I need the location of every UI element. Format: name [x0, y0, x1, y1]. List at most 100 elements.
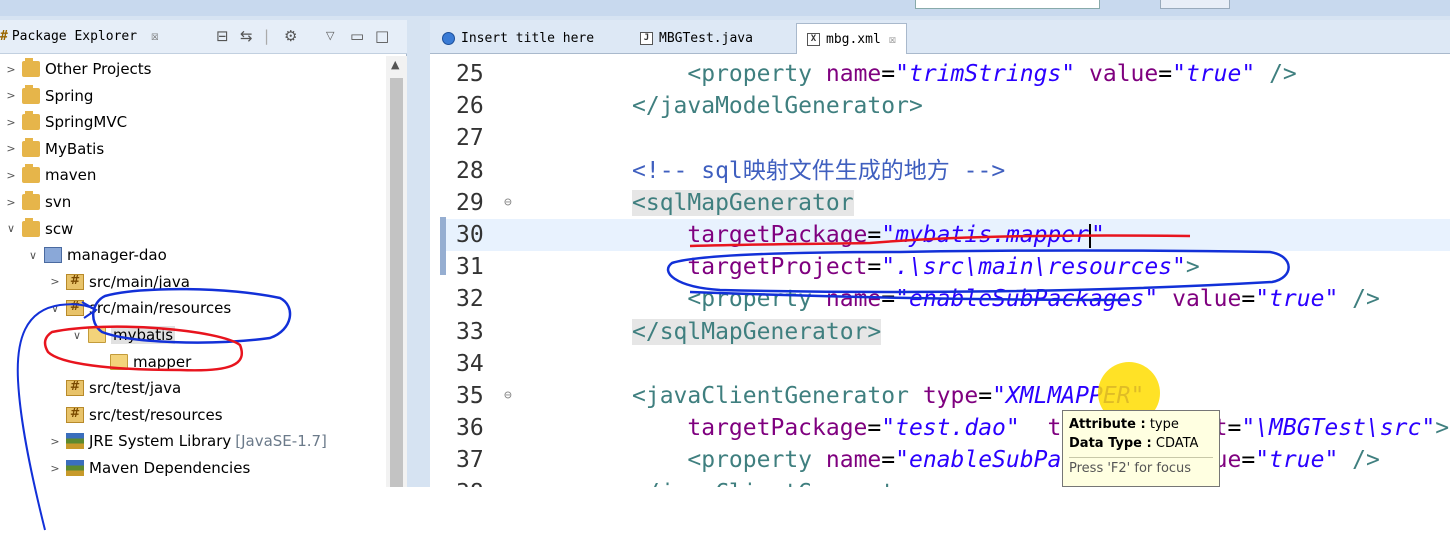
project-tree: > Other Projects > Spring > SpringMVC > MyBatis… [0, 56, 385, 487]
tree-item-label: Maven Dependencies [89, 459, 251, 477]
line-number: 28 [456, 157, 484, 184]
editor-tabs: Insert title here J MBGTest.java Xmbg.xml ☒ [430, 20, 1450, 54]
code-line[interactable]: 35 ⊖ <javaClientGenerator type="XMLMAPPER" [446, 380, 1450, 412]
code-editor[interactable]: 25 <property name="trimStrings" value="t… [446, 55, 1450, 487]
minimize-icon[interactable]: ▭ [350, 27, 364, 45]
expanded-chevron-icon[interactable]: ∨ [70, 329, 84, 342]
tab-mbgtest-java[interactable]: J MBGTest.java [630, 23, 763, 54]
scrollbar-thumb[interactable] [390, 78, 403, 487]
scroll-up-icon[interactable]: ▲ [391, 58, 399, 71]
globe-icon [442, 32, 455, 45]
tree-item-maven-dependencies[interactable]: > Maven Dependencies [48, 455, 250, 481]
quick-access-input[interactable] [915, 0, 1100, 9]
tooltip-attribute-value: type [1149, 417, 1179, 432]
link-editor-icon[interactable]: ⇆ [240, 27, 253, 45]
collapsed-chevron-icon[interactable]: > [4, 196, 18, 209]
project-icon [22, 137, 40, 157]
code-line[interactable]: 34 [446, 348, 1450, 380]
code-text: <javaClientGenerator type="XMLMAPPER" [632, 383, 1145, 409]
tab-mbg-xml[interactable]: Xmbg.xml ☒ [796, 23, 908, 54]
tree-item-src-main-resources[interactable]: ∨ src/main/resources [48, 295, 231, 321]
close-view-icon[interactable]: ☒ [151, 29, 159, 44]
tooltip-datatype-row: Data Type : CDATA [1069, 434, 1213, 453]
tree-item-src-test-resources[interactable]: src/test/resources [48, 402, 223, 428]
collapsed-chevron-icon[interactable]: > [4, 142, 18, 155]
tab-label: MBGTest.java [659, 31, 753, 46]
view-title: Package Explorer [11, 29, 138, 44]
code-line[interactable]: 31 targetProject=".\src\main\resources"> [446, 251, 1450, 283]
package-explorer-header: # Package Explorer ☒ ⊟ ⇆ | ⚙ ▽ ▭ □ [0, 20, 407, 54]
view-tab-package-explorer[interactable]: # Package Explorer ☒ [0, 29, 159, 44]
collapsed-chevron-icon[interactable]: > [4, 89, 18, 102]
code-line[interactable]: 36 targetPackage="test.dao" targetProjec… [446, 412, 1450, 444]
code-line[interactable]: 27 [446, 122, 1450, 154]
tree-item-scw[interactable]: ∨ scw [4, 216, 73, 242]
tree-item-other-projects[interactable]: > Other Projects [4, 56, 152, 82]
code-line[interactable]: 30 targetPackage="mybatis.mapper" [446, 219, 1450, 251]
code-text: </javaModelGenerator> [632, 93, 923, 120]
perspective-switcher[interactable] [1160, 0, 1230, 9]
toolbar-separator: | [264, 27, 270, 45]
fold-toggle-icon[interactable]: ⊖ [504, 380, 512, 412]
code-text: <property name="enableSubPackages" value… [687, 447, 1380, 474]
collapsed-chevron-icon[interactable]: > [4, 169, 18, 182]
code-text: </sqlMapGenerator> [632, 318, 882, 345]
package-explorer-view: # Package Explorer ☒ ⊟ ⇆ | ⚙ ▽ ▭ □ > Other… [0, 20, 407, 487]
tree-item-jre-system-library[interactable]: > JRE System Library [JavaSE-1.7] [48, 428, 327, 454]
code-line[interactable]: 32 <property name="enableSubPackages" va… [446, 283, 1450, 315]
tree-item-label: mybatis [111, 326, 176, 344]
tooltip-attribute-row: Attribute : type [1069, 415, 1213, 434]
tree-item-mybatis[interactable]: > MyBatis [4, 136, 104, 162]
tree-item-maven[interactable]: > maven [4, 162, 96, 188]
folder-icon [110, 353, 128, 370]
code-text: <property name="trimStrings" value="true… [687, 61, 1297, 87]
line-number: 31 [456, 254, 484, 281]
collapse-all-icon[interactable]: ⊟ [216, 27, 229, 45]
project-icon [22, 191, 40, 210]
code-line[interactable]: 38 </javaClientGenerator> [446, 477, 1450, 487]
collapsed-chevron-icon[interactable]: > [48, 435, 62, 448]
tooltip-datatype-value: CDATA [1155, 436, 1199, 451]
code-line[interactable]: 25 <property name="trimStrings" value="t… [446, 58, 1450, 90]
code-line[interactable]: 29 ⊖ <sqlMapGenerator [446, 187, 1450, 219]
tree-item-mybatis[interactable]: ∨ mybatis [70, 322, 176, 348]
code-line[interactable]: 28 <!-- sql映射文件生成的地方 --> [446, 155, 1450, 187]
line-number: 32 [456, 286, 484, 313]
expanded-chevron-icon[interactable]: ∨ [4, 222, 18, 235]
collapsed-chevron-icon[interactable]: > [48, 462, 62, 475]
tree-item-spring[interactable]: > Spring [4, 83, 93, 109]
fold-toggle-icon[interactable]: ⊖ [504, 187, 512, 219]
tab-insert-title-here[interactable]: Insert title here [432, 23, 604, 54]
line-number: 33 [456, 318, 484, 345]
expanded-chevron-icon[interactable]: ∨ [48, 302, 62, 315]
tree-item-src-test-java[interactable]: src/test/java [48, 375, 181, 401]
tree-item-svn[interactable]: > svn [4, 189, 71, 215]
source-folder-icon [66, 406, 84, 423]
eclipse-workbench: # Package Explorer ☒ ⊟ ⇆ | ⚙ ▽ ▭ □ > Other… [0, 0, 1450, 487]
collapsed-chevron-icon[interactable]: > [4, 116, 18, 129]
collapsed-chevron-icon[interactable]: > [48, 275, 62, 288]
line-number: 30 [456, 222, 484, 248]
tree-item-mapper[interactable]: mapper [92, 349, 191, 375]
editor-area: Insert title here J MBGTest.java Xmbg.xml ☒ … [430, 20, 1450, 487]
tree-item-springmvc[interactable]: > SpringMVC [4, 109, 127, 135]
close-tab-icon[interactable]: ☒ [889, 32, 896, 46]
line-number: 25 [456, 61, 484, 87]
tree-item-label: mapper [133, 352, 192, 371]
tree-item-src-main-java[interactable]: > src/main/java [48, 269, 190, 295]
line-number: 34 [456, 350, 484, 377]
code-line[interactable]: 33 </sqlMapGenerator> [446, 316, 1450, 348]
maximize-icon[interactable]: □ [375, 27, 389, 45]
view-menu-icon[interactable]: ⚙ [284, 27, 297, 45]
folder-icon [88, 327, 106, 343]
view-menu-chevron-icon[interactable]: ▽ [326, 27, 334, 45]
hover-tooltip: Attribute : type Data Type : CDATA Press… [1062, 410, 1220, 487]
code-line[interactable]: 37 <property name="enableSubPackages" va… [446, 444, 1450, 476]
collapsed-chevron-icon[interactable]: > [4, 63, 18, 76]
code-text: targetPackage="test.dao" targetProject="… [687, 415, 1450, 442]
tree-item-manager-dao[interactable]: ∨ manager-dao [26, 242, 167, 268]
code-line[interactable]: 26 </javaModelGenerator> [446, 90, 1450, 122]
tree-scrollbar[interactable]: ▲ [386, 56, 407, 487]
package-explorer-icon: # [0, 29, 8, 44]
expanded-chevron-icon[interactable]: ∨ [26, 249, 40, 262]
